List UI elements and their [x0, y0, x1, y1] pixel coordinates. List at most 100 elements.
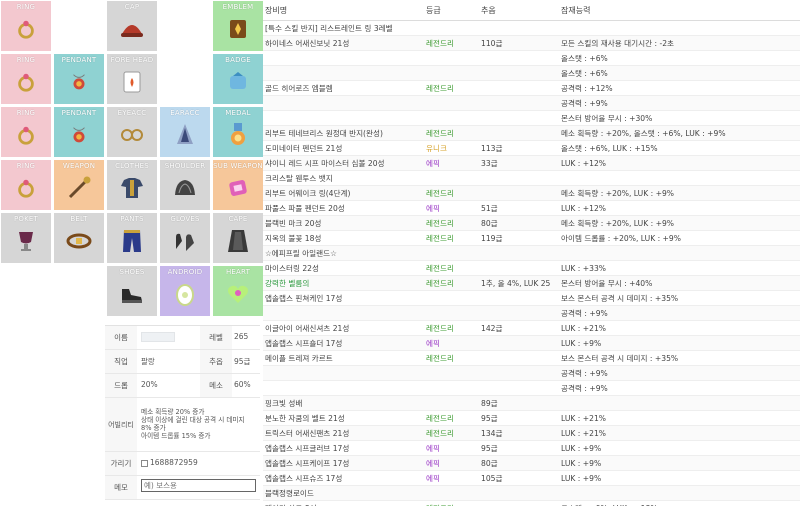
slot-fore-head[interactable]: FORE HEAD — [106, 53, 158, 105]
slot-label: HEART — [225, 268, 251, 276]
item-name: 분노한 자쿰의 벨트 21성 — [265, 413, 345, 423]
medal-icon — [224, 121, 252, 149]
slot-gloves[interactable]: GLOVES — [159, 212, 211, 264]
item-name: 앱솔랩스 시프글러브 17성 — [265, 443, 350, 453]
level-value: 265 — [234, 332, 249, 341]
item-name: 크리스탈 웬투스 뱃지 — [265, 173, 333, 183]
slot-earacc[interactable]: EARACC — [159, 106, 211, 158]
slot-eyeacc[interactable]: EYEACC — [106, 106, 158, 158]
slot-ring[interactable]: RING — [0, 0, 52, 52]
item-force: 95급 — [481, 413, 498, 423]
share-checkbox[interactable] — [141, 459, 148, 467]
cape-icon — [224, 227, 252, 255]
sub-weapon-icon — [224, 174, 252, 202]
table-row: 페어리 하트 8성레전드리 올스탯 : +9%, LUK : +18% — [263, 501, 800, 506]
item-potential: LUK : +9% — [561, 443, 602, 453]
table-row: 도미네이터 펜던트 21성 유니크 113급 올스탯 : +6%, LUK : +15… — [263, 141, 800, 156]
table-row: 강력한 벨룸의 레전드리 1추, 올 4%, LUK 25 몬스터 방어율 무시 : … — [263, 276, 800, 291]
ability-label: 어빌리티 — [105, 398, 137, 451]
slot-heart[interactable]: HEART — [212, 265, 264, 317]
table-row: 앱솔랩스 시프슈즈 17성 에픽 105급 LUK : +9% — [263, 471, 800, 486]
emblem-icon — [224, 15, 252, 43]
forehead-icon — [118, 68, 146, 96]
item-name: 강력한 벨룸의 — [265, 278, 310, 288]
slot-label: POKET — [13, 215, 39, 223]
job-value: 팔랑 — [141, 357, 155, 366]
item-potential: 보스 몬스터 공격 시 데미지 : +35% — [561, 293, 679, 303]
slot-ring[interactable]: RING — [0, 106, 52, 158]
table-row: 지옥의 불꽃 18성 레전드리 119급 아이템 드롭률 : +20%, LUK : … — [263, 231, 800, 246]
memo-label: 메모 — [105, 476, 137, 499]
item-grade: 레전드리 — [426, 428, 454, 438]
item-potential: 공격력 : +9% — [561, 383, 608, 393]
item-name: 앱솔랩스 시프케이프 17성 — [265, 458, 350, 468]
slot-shoulder[interactable]: SHOULDER — [159, 159, 211, 211]
slot-weapon[interactable]: WEAPON — [53, 159, 105, 211]
slot-pendant[interactable]: PENDANT — [53, 53, 105, 105]
slot-shoes[interactable]: SHOES — [106, 265, 158, 317]
slot-label: EYEACC — [117, 109, 147, 117]
android-icon — [171, 280, 199, 308]
name-value — [137, 326, 200, 349]
item-force: 119급 — [481, 233, 503, 243]
slot-label: RING — [16, 109, 36, 117]
slot-ring[interactable]: RING — [0, 53, 52, 105]
slot-clothes[interactable]: CLOTHES — [106, 159, 158, 211]
item-name: 하이네스 어새신보닛 21성 — [265, 38, 350, 48]
item-potential: 올스탯 : +9%, LUK : +18% — [561, 503, 800, 506]
slot-medal[interactable]: MEDAL — [212, 106, 264, 158]
slot-android[interactable]: ANDROID — [159, 265, 211, 317]
slot-cape[interactable]: CAPE — [212, 212, 264, 264]
header-force: 추옵 — [481, 5, 496, 15]
table-row: 핑크빛 성배 89급 — [263, 396, 800, 411]
table-row: 리부트 어웨이크 링(4단계) 레전드리 메소 획득량 : +20%, LUK : … — [263, 186, 800, 201]
slot-cap[interactable]: CAP — [106, 0, 158, 52]
heart-icon — [224, 280, 252, 308]
item-grade: 레전드리 — [426, 188, 454, 198]
slot-pants[interactable]: PANTS — [106, 212, 158, 264]
item-force: 110급 — [481, 38, 503, 48]
item-grade: 에픽 — [426, 158, 440, 168]
memo-input[interactable] — [141, 479, 256, 492]
item-name: 골드 히어로즈 엠블렘 — [265, 83, 333, 93]
item-grade: 에픽 — [426, 473, 440, 483]
item-name: 트릭스터 어새신팬츠 21성 — [265, 428, 350, 438]
ability-line: 메소 획득량 20% 증가 — [141, 408, 205, 416]
item-potential: LUK : +21% — [561, 428, 607, 438]
table-row: 앱솔랩스 시프글러브 17성 에픽 95급 LUK : +9% — [263, 441, 800, 456]
meso-label: 메소 — [200, 374, 232, 397]
item-force: 134급 — [481, 428, 503, 438]
item-potential: 메소 획득량 : +20%, 올스탯 : +6%, LUK : +9% — [561, 128, 726, 138]
slot-label: PENDANT — [61, 56, 97, 64]
slot-sub-weapon[interactable]: SUB WEAPON — [212, 159, 264, 211]
meso-value: 60% — [234, 380, 251, 389]
share-value[interactable]: 1688872959 — [137, 452, 260, 475]
item-potential: 공격력 : +9% — [561, 368, 608, 378]
item-name: ☆에피프릴 아일랜드☆ — [265, 248, 337, 258]
slot-badge[interactable]: BADGE — [212, 53, 264, 105]
item-force: 33급 — [481, 158, 498, 168]
ring-icon — [12, 68, 40, 96]
table-row: [특수 스킬 반지] 리스트레인트 링 3레벨 — [263, 21, 800, 36]
ability-value: 메소 획득량 20% 증가 상태 이상에 걸린 대상 공격 시 데미지 8% 증… — [137, 398, 260, 451]
slot-poket[interactable]: POKET — [0, 212, 52, 264]
item-grade: 레전드리 — [426, 278, 454, 288]
equipment-table: 장비명 등급 추옵 잠재능력 [특수 스킬 반지] 리스트레인트 링 3레벨 하이… — [263, 0, 800, 506]
slot-emblem[interactable]: EMBLEM — [212, 0, 264, 52]
table-row: 샤이니 레드 시프 마이스터 심볼 20성 에픽 33급 LUK : +12% — [263, 156, 800, 171]
gloves-icon — [171, 227, 199, 255]
slot-belt[interactable]: BELT — [53, 212, 105, 264]
slot-pendant[interactable]: PENDANT — [53, 106, 105, 158]
slot-label: EMBLEM — [222, 3, 254, 11]
slot-ring[interactable]: RING — [0, 159, 52, 211]
item-grade: 에픽 — [426, 338, 440, 348]
eye-accessory-icon — [118, 121, 146, 149]
slot-label: FORE HEAD — [110, 56, 154, 64]
slot-label: BELT — [70, 215, 88, 223]
table-row: 앱솔랩스 핀쳐케인 17성 보스 몬스터 공격 시 데미지 : +35% — [263, 291, 800, 306]
item-potential: 메소 획득량 : +20%, LUK : +9% — [561, 188, 674, 198]
slot-label: CAP — [124, 3, 140, 11]
slot-label: WEAPON — [62, 162, 96, 170]
earring-icon — [171, 121, 199, 149]
table-row: 메이플 트레져 카르트 레전드리 보스 몬스터 공격 시 데미지 : +35% — [263, 351, 800, 366]
